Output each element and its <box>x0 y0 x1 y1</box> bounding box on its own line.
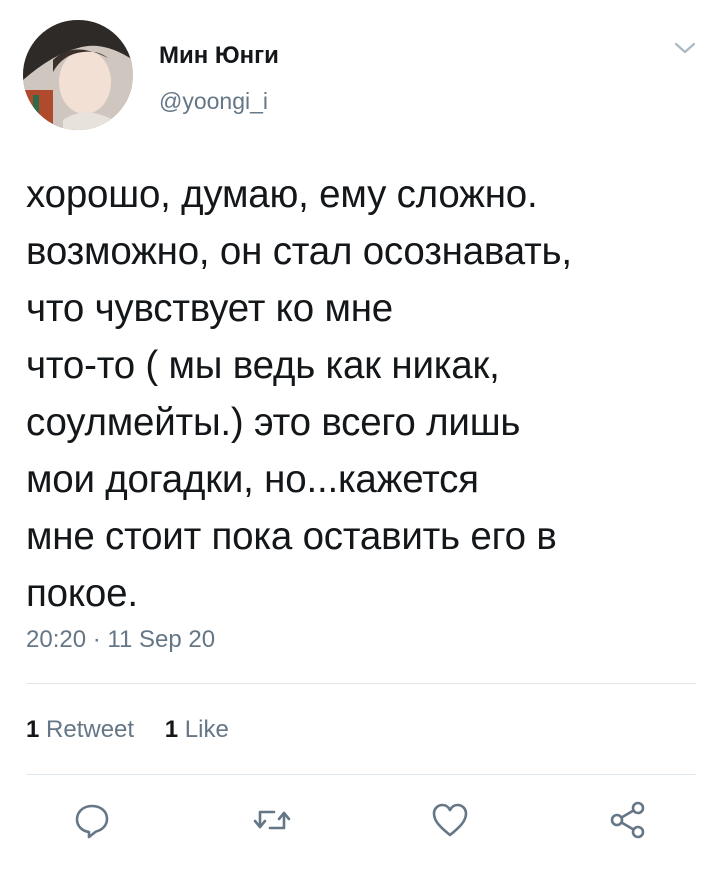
retweets-label: Retweet <box>46 716 135 743</box>
tweet-line: покое. <box>26 572 138 615</box>
likes-label: Like <box>184 716 229 743</box>
avatar[interactable] <box>23 20 133 130</box>
display-name[interactable]: Мин Юнги <box>159 42 279 70</box>
tweet-line: что-то ( мы ведь как никак, <box>26 344 500 387</box>
reply-icon[interactable] <box>72 800 112 840</box>
retweets-count: 1 <box>26 716 40 743</box>
likes-stat[interactable]: 1 Like <box>165 716 229 744</box>
tweet-timestamp[interactable]: 20:20 · 11 Sep 20 <box>26 626 215 654</box>
action-bar <box>0 800 720 850</box>
likes-count: 1 <box>164 716 179 743</box>
user-handle[interactable]: @yoongi_i <box>159 88 268 115</box>
divider <box>26 683 696 684</box>
tweet-text: хорошо, думаю, ему сложно. возможно, он … <box>26 166 706 622</box>
tweet-stats: 1 Retweet 1 Like <box>26 716 253 744</box>
tweet-line: мои догадки, но...кажется <box>26 458 479 501</box>
tweet-line: что чувствует ко мне <box>26 287 393 330</box>
like-icon[interactable] <box>430 800 470 840</box>
tweet-line: возможно, он стал осознавать, <box>26 230 572 273</box>
tweet-line: мне стоит пока оставить его в <box>26 515 557 558</box>
divider <box>26 774 696 775</box>
retweets-stat[interactable]: 1 Retweet <box>26 716 134 744</box>
tweet-line: соулмейты.) это всего лишь <box>26 401 521 444</box>
share-icon[interactable] <box>608 800 648 840</box>
tweet-line: хорошо, думаю, ему сложно. <box>26 173 538 216</box>
chevron-down-icon[interactable] <box>674 40 696 56</box>
retweet-icon[interactable] <box>252 800 292 840</box>
